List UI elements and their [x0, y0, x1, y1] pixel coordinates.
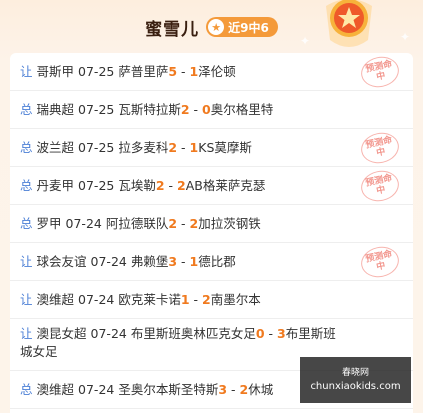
home-team: 拉多麦科	[118, 140, 169, 155]
home-team: 阿拉德联队	[105, 216, 169, 231]
match-date: 07-24	[90, 254, 127, 269]
home-score: 5	[168, 64, 178, 79]
list-item[interactable]: 让哥斯甲 07-25 萨普里萨5 - 1泽伦顿 预测命中	[10, 53, 413, 91]
watermark-title: 春晓网	[341, 368, 369, 378]
list-item[interactable]: 总瑞典超 07-25 瓦斯特拉斯2 - 0奥尔格里特	[10, 91, 413, 129]
away-team: 德比郡	[198, 254, 236, 269]
match-date: 07-25	[78, 140, 115, 155]
home-score: 3	[168, 254, 178, 269]
score-separator: -	[177, 254, 190, 269]
prediction-type: 总	[20, 140, 33, 155]
list-item[interactable]: 总波兰超 07-25 拉多麦科2 - 1KS莫摩斯 预测命中	[10, 128, 413, 167]
away-team: AB格莱萨克瑟	[185, 178, 266, 193]
star-icon: ★	[208, 19, 225, 35]
home-team: 萨普里萨	[118, 64, 169, 79]
record-text: 近9中6	[228, 20, 269, 35]
list-item[interactable]: 让澳维超 07-24 欧克莱卡诺1 - 2南墨尔本	[10, 281, 413, 319]
home-score: 1	[180, 292, 190, 307]
league-name: 澳维超	[36, 382, 75, 397]
league-name: 球会友谊	[36, 254, 87, 269]
score-separator: -	[189, 292, 203, 307]
home-team: 欧克莱卡诺	[118, 292, 181, 307]
home-score: 0	[255, 326, 265, 341]
home-score: 2	[155, 178, 165, 193]
score-separator: -	[177, 64, 190, 79]
prediction-type: 让	[20, 254, 33, 269]
away-team: 加拉茨钢铁	[198, 216, 261, 231]
away-team: 休城	[248, 382, 274, 397]
match-date: 07-24	[90, 326, 127, 341]
home-team: 弗赖堡	[130, 254, 169, 269]
away-score: 1	[189, 64, 199, 79]
league-name: 瑞典超	[36, 102, 75, 117]
away-score: 2	[202, 292, 211, 307]
hit-stamp: 预测命中	[358, 166, 402, 205]
home-score: 2	[168, 216, 178, 231]
home-team: 瓦斯特拉斯	[118, 102, 181, 117]
away-score: 2	[177, 178, 186, 193]
home-team: 布里斯班奥林匹克女足	[130, 326, 256, 341]
league-name: 丹麦甲	[36, 178, 75, 193]
hit-stamp: 预测命中	[358, 128, 402, 167]
home-team: 圣奥尔本斯圣特斯	[118, 382, 219, 397]
expert-name[interactable]: 蜜雪儿	[145, 15, 199, 40]
score-separator: -	[189, 102, 203, 117]
watermark-url: chunxiaokids.com	[310, 381, 401, 392]
hit-stamp: 预测命中	[358, 53, 402, 91]
prediction-type: 让	[20, 326, 33, 341]
match-date: 07-24	[78, 382, 115, 397]
home-score: 2	[168, 140, 178, 155]
prediction-type: 总	[20, 382, 33, 397]
away-score: 0	[202, 102, 211, 117]
match-date: 07-24	[65, 216, 102, 231]
score-separator: -	[177, 216, 190, 231]
match-date: 07-25	[78, 64, 115, 79]
away-team: 奥尔格里特	[210, 102, 274, 117]
prediction-type: 让	[20, 292, 33, 307]
away-team: KS莫摩斯	[198, 140, 252, 155]
score-separator: -	[177, 140, 190, 155]
star-medal-icon	[326, 0, 372, 47]
away-team: 泽伦顿	[198, 64, 236, 79]
list-item[interactable]: 总罗甲 07-24 阿拉德联队2 - 2加拉茨钢铁	[10, 205, 413, 243]
match-date: 07-25	[78, 102, 115, 117]
list-item[interactable]: 让球会友谊 07-24 弗赖堡3 - 1德比郡 预测命中	[10, 242, 413, 281]
league-name: 澳昆女超	[36, 326, 87, 341]
prediction-type: 总	[20, 178, 33, 193]
home-team: 瓦埃勒	[118, 178, 156, 193]
away-score: 3	[277, 326, 286, 341]
away-score: 1	[189, 140, 199, 155]
match-date: 07-25	[78, 178, 115, 193]
expert-card: ✦ ✦ 蜜雪儿 ★ 近9中6 让哥斯甲 07-25 萨普里萨5 - 1泽伦顿 预测命中…	[0, 0, 423, 413]
prediction-type: 让	[20, 64, 33, 79]
hit-stamp: 预测命中	[358, 242, 402, 281]
score-separator: -	[164, 178, 178, 193]
league-name: 罗甲	[36, 216, 62, 231]
home-score: 3	[218, 382, 228, 397]
league-name: 波兰超	[36, 140, 75, 155]
league-name: 哥斯甲	[36, 64, 75, 79]
home-score: 2	[180, 102, 190, 117]
prediction-type: 总	[20, 102, 33, 117]
away-score: 2	[239, 382, 249, 397]
league-name: 澳维超	[36, 292, 75, 307]
away-score: 1	[189, 254, 199, 269]
score-separator: -	[227, 382, 240, 397]
list-item[interactable]: 总丹麦甲 07-25 瓦埃勒2 - 2AB格莱萨克瑟 预测命中	[10, 166, 413, 205]
away-score: 2	[189, 216, 199, 231]
record-badge: ★ 近9中6	[206, 17, 278, 37]
away-team: 南墨尔本	[210, 292, 261, 307]
score-separator: -	[264, 326, 278, 341]
watermark: 春晓网 chunxiaokids.com	[300, 357, 411, 403]
match-date: 07-24	[78, 292, 115, 307]
prediction-type: 总	[20, 216, 33, 231]
